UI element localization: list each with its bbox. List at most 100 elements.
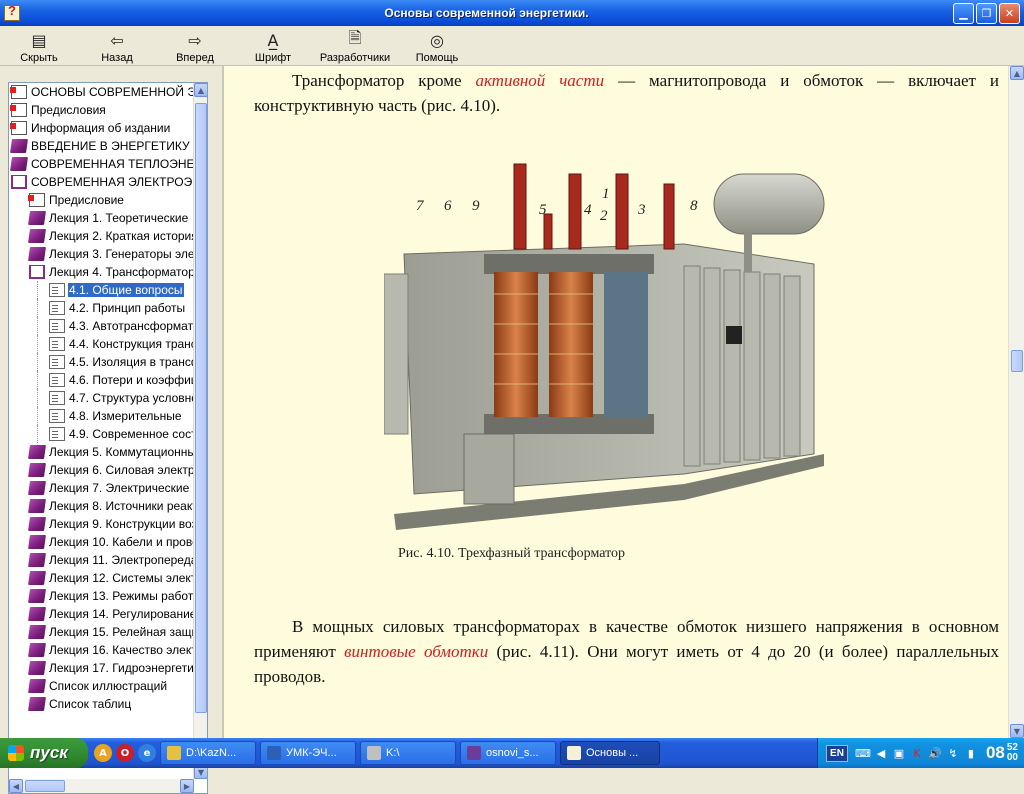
network-icon[interactable]: ▣: [892, 746, 906, 760]
forward-arrow-icon: ⇨: [188, 30, 202, 50]
closed-book-icon: [28, 445, 46, 459]
toc-item[interactable]: Лекция 15. Релейная защита: [9, 623, 194, 641]
closed-book-icon: [28, 481, 46, 495]
opera-icon[interactable]: O: [116, 744, 134, 762]
window-titlebar[interactable]: Основы современной энергетики. ▁ ❐ ✕: [0, 0, 1024, 26]
toc-item[interactable]: 4.7. Структура условного: [9, 389, 194, 407]
minimize-icon: ▁: [959, 6, 968, 20]
toc-item-label: Лекция 8. Источники реактивной: [49, 499, 194, 513]
toc-hscroll-thumb[interactable]: [25, 780, 65, 792]
toc-item[interactable]: Лекция 6. Силовая электроника: [9, 461, 194, 479]
toc-item[interactable]: Лекция 3. Генераторы электрической: [9, 245, 194, 263]
windows-logo-icon: [8, 745, 24, 761]
toc-item[interactable]: Список иллюстраций: [9, 677, 194, 695]
toc-item-label: Лекция 7. Электрические: [49, 481, 190, 495]
toc-scroll-thumb[interactable]: [195, 103, 207, 713]
content-vertical-scrollbar[interactable]: ▲ ▼: [1008, 66, 1024, 738]
toc-item[interactable]: 4.5. Изоляция в трансформаторах: [9, 353, 194, 371]
open-book-icon: [11, 175, 27, 189]
media-icon[interactable]: ◀: [874, 746, 888, 760]
help-icon: ◎: [430, 30, 444, 50]
forward-button[interactable]: ⇨ Вперед: [156, 26, 234, 66]
callout-9: 9: [472, 198, 480, 214]
toc-item[interactable]: Лекция 13. Режимы работы: [9, 587, 194, 605]
volume-icon[interactable]: 🔊: [928, 746, 942, 760]
taskbar-button[interactable]: K:\: [360, 741, 456, 765]
toc-item[interactable]: Предисловие: [9, 191, 194, 209]
toc-item-label: Информация об издании: [31, 121, 171, 135]
toc-item[interactable]: Лекция 5. Коммутационные: [9, 443, 194, 461]
callout-6: 6: [444, 198, 452, 214]
toc-item[interactable]: 4.8. Измерительные: [9, 407, 194, 425]
content-scroll-thumb[interactable]: [1011, 350, 1023, 372]
toc-item[interactable]: 4.2. Принцип работы: [9, 299, 194, 317]
toc-item[interactable]: 4.3. Автотрансформаторы: [9, 317, 194, 335]
subsection-page-icon: [49, 319, 65, 333]
toc-item[interactable]: Лекция 17. Гидроэнергетика: [9, 659, 194, 677]
language-indicator[interactable]: EN: [826, 744, 848, 762]
toc-item[interactable]: Лекция 12. Системы электроснабжения: [9, 569, 194, 587]
toc-item[interactable]: Лекция 4. Трансформаторы: [9, 263, 194, 281]
toc-item[interactable]: Лекция 14. Регулирование: [9, 605, 194, 623]
toc-item[interactable]: ВВЕДЕНИЕ В ЭНЕРГЕТИКУ: [9, 137, 194, 155]
scroll-up-icon[interactable]: ▲: [194, 83, 207, 97]
font-button[interactable]: A̲ Шрифт: [234, 26, 312, 66]
app-help-icon[interactable]: [4, 3, 20, 21]
close-button[interactable]: ✕: [999, 2, 1020, 24]
toc-item[interactable]: Лекция 16. Качество электроэнергии: [9, 641, 194, 659]
toc-tree[interactable]: ОСНОВЫ СОВРЕМЕННОЙ ЭНЕРГЕТИКИ Предисловия…: [8, 82, 208, 794]
toc-item[interactable]: Лекция 7. Электрические: [9, 479, 194, 497]
toc-item[interactable]: СОВРЕМЕННАЯ ТЕПЛОЭНЕРГЕТИКА: [9, 155, 194, 173]
term-link-active-part[interactable]: активной части: [475, 71, 604, 90]
toc-item[interactable]: Список таблиц: [9, 695, 194, 713]
toc-item-label: ОСНОВЫ СОВРЕМЕННОЙ ЭНЕРГЕТИКИ: [31, 85, 194, 99]
minimize-button[interactable]: ▁: [953, 2, 974, 24]
toc-item[interactable]: Информация об издании: [9, 119, 194, 137]
content-scroll-down-icon[interactable]: ▼: [1010, 724, 1024, 738]
back-button[interactable]: ⇦ Назад: [78, 26, 156, 66]
toc-item[interactable]: Лекция 9. Конструкции воздушных: [9, 515, 194, 533]
open-book-icon: [29, 265, 45, 279]
toc-item[interactable]: Лекция 10. Кабели и провода: [9, 533, 194, 551]
help-button[interactable]: ◎ Помощь: [398, 26, 476, 66]
clock[interactable]: 08 52 00: [986, 743, 1018, 763]
toc-item-label: Лекция 2. Краткая история: [49, 229, 194, 243]
callout-7: 7: [416, 198, 425, 214]
content-scroll-up-icon[interactable]: ▲: [1010, 66, 1024, 80]
taskbar-button[interactable]: D:\KazN...: [160, 741, 256, 765]
toc-item[interactable]: Лекция 2. Краткая история: [9, 227, 194, 245]
toc-item[interactable]: 4.4. Конструкция трансформатора: [9, 335, 194, 353]
toc-item[interactable]: Лекция 11. Электропередачи: [9, 551, 194, 569]
toc-item[interactable]: СОВРЕМЕННАЯ ЭЛЕКТРОЭНЕРГЕТИКА: [9, 173, 194, 191]
taskbar-button[interactable]: УМК-ЭЧ...: [260, 741, 356, 765]
toc-item[interactable]: Лекция 8. Источники реактивной: [9, 497, 194, 515]
toc-item[interactable]: 4.9. Современное состояние: [9, 425, 194, 443]
antivirus-icon[interactable]: K: [910, 746, 924, 760]
toc-item[interactable]: 4.1. Общие вопросы: [9, 281, 194, 299]
toc-item[interactable]: ОСНОВЫ СОВРЕМЕННОЙ ЭНЕРГЕТИКИ: [9, 83, 194, 101]
internet-explorer-icon[interactable]: e: [138, 744, 156, 762]
scroll-right-icon[interactable]: ▶: [180, 779, 194, 793]
developers-button[interactable]: 🗎 Разработчики: [312, 26, 398, 66]
safely-remove-icon[interactable]: ↯: [946, 746, 960, 760]
toc-item-label: 4.7. Структура условного: [69, 391, 194, 405]
scroll-left-icon[interactable]: ◀: [9, 779, 23, 793]
battery-icon[interactable]: ▮: [964, 746, 978, 760]
hide-icon: ▤: [31, 30, 47, 50]
keyboard-icon[interactable]: ⌨: [855, 746, 871, 760]
toc-item[interactable]: 4.6. Потери и коэффициент: [9, 371, 194, 389]
closed-book-icon: [28, 679, 46, 693]
toc-horizontal-scrollbar[interactable]: ◀ ▶: [9, 779, 194, 793]
maximize-button[interactable]: ❐: [976, 2, 997, 24]
start-button[interactable]: пуск: [0, 738, 88, 768]
taskbar-button[interactable]: Основы ...: [560, 741, 660, 765]
toc-item[interactable]: Лекция 1. Теоретические: [9, 209, 194, 227]
toc-vertical-scrollbar[interactable]: ▲ ▼: [193, 83, 207, 779]
toc-item-label: Лекция 17. Гидроэнергетика: [49, 661, 194, 675]
quicklaunch-app-icon[interactable]: A: [94, 744, 112, 762]
term-link-helical-windings[interactable]: винтовые обмотки: [344, 642, 488, 661]
toc-item[interactable]: Предисловия: [9, 101, 194, 119]
hide-button[interactable]: ▤ Скрыть: [0, 26, 78, 66]
developers-icon: 🗎: [348, 27, 362, 47]
taskbar-button[interactable]: osnovi_s...: [460, 741, 556, 765]
